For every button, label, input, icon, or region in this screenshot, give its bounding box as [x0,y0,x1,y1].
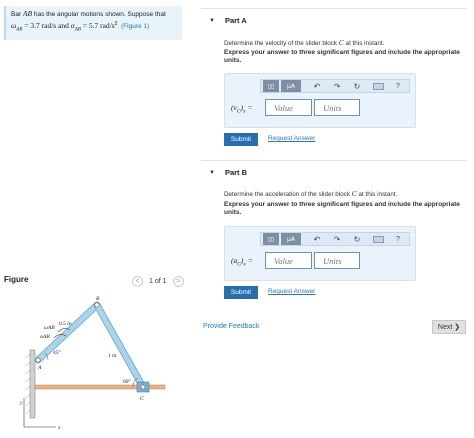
part-b-toolbar: ▯▯ μA ↶ ↷ ↻ ? [260,232,410,246]
part-a-instruction: Determine the velocity of the slider blo… [224,38,385,47]
figure-link[interactable]: . (Figure 1) [117,23,149,30]
part-b-variable-label: (aC)x = [231,256,253,268]
undo-icon[interactable]: ↶ [313,235,321,244]
label-angle-a: 45° [53,349,61,356]
figure-pager: < 1 of 1 > [132,276,184,287]
label-alpha: αAB [40,334,50,340]
pin-a [35,357,41,363]
part-a-title: Part A [224,16,247,25]
next-button[interactable]: Next ❯ [432,320,466,334]
prev-figure-button[interactable]: < [132,276,143,287]
provide-feedback-link[interactable]: Provide Feedback [203,323,259,330]
part-a-format-note: Express your answer to three significant… [224,49,460,64]
units-button[interactable]: μA [281,233,301,245]
problem-line-2: ωAB = 3.7 rad/s and αAB = 5.7 rad/s2. (F… [11,20,150,32]
part-a-units-input[interactable] [314,99,360,116]
collapse-triangle-icon[interactable]: ▼ [209,18,215,24]
figure-page-indicator: 1 of 1 [149,278,167,285]
label-y: y [19,400,23,406]
part-b-title: Part B [224,168,248,177]
label-b: B [96,296,100,302]
part-a-request-answer-link[interactable]: Request Answer [268,135,315,142]
label-angle-c: 60° [123,378,131,385]
label-len-ab: 0.5 m [59,321,72,327]
collapse-triangle-icon[interactable]: ▼ [209,170,215,176]
next-figure-button[interactable]: > [172,276,184,287]
keyboard-icon[interactable] [373,82,384,90]
part-b-header[interactable]: ▼ Part B [201,160,467,184]
part-a-value-input[interactable] [265,99,312,116]
figure-title: Figure [4,275,29,284]
undo-icon[interactable]: ↶ [313,82,321,91]
part-a-submit-button[interactable]: Submit [224,133,258,146]
redo-icon[interactable]: ↷ [333,82,341,91]
part-a-toolbar: ▯▯ μA ↶ ↷ ↻ ? [260,79,410,93]
reset-icon[interactable]: ↻ [353,235,361,244]
part-b-units-input[interactable] [314,252,360,269]
label-x: x [57,425,61,431]
wall [29,349,36,419]
part-a-header[interactable]: ▼ Part A [201,8,467,32]
problem-statement: Bar AB has the angular motions shown. Su… [4,6,182,40]
keyboard-icon[interactable] [373,235,384,243]
templates-icon[interactable]: ▯▯ [263,233,279,245]
part-a-variable-label: (vC)x = [231,103,253,115]
part-a-answer-box: ▯▯ μA ↶ ↷ ↻ ? (vC)x = [224,73,416,128]
problem-line-1: Bar AB has the angular motions shown. Su… [11,9,166,18]
part-b-instruction: Determine the acceleration of the slider… [224,189,398,198]
help-icon[interactable]: ? [396,236,400,243]
label-c: C [140,396,144,402]
help-icon[interactable]: ? [396,83,400,90]
label-len-bc: 1 m [108,353,117,359]
reset-icon[interactable]: ↻ [353,82,361,91]
part-b-request-answer-link[interactable]: Request Answer [268,288,315,295]
label-omega: ωAB [44,325,55,331]
part-b-submit-button[interactable]: Submit [224,286,258,299]
redo-icon[interactable]: ↷ [333,235,341,244]
mechanism-figure: B C A ωAB αAB y x 0.5 m 1 m 45° 60° [19,296,166,431]
part-b-value-input[interactable] [265,252,312,269]
part-b-answer-box: ▯▯ μA ↶ ↷ ↻ ? (aC)x = [224,226,416,281]
label-a: A [37,365,42,371]
templates-icon[interactable]: ▯▯ [263,80,279,92]
pin-b [94,302,100,308]
units-button[interactable]: μA [281,80,301,92]
part-b-format-note: Express your answer to three significant… [224,201,460,216]
